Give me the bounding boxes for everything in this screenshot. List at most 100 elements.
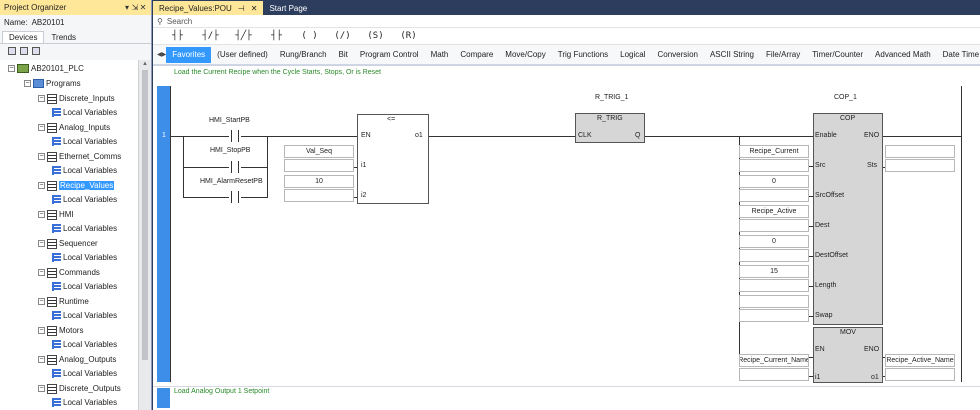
collapse-icon[interactable]: −: [38, 124, 45, 131]
instruction-symbol-button[interactable]: ┤╱├: [227, 31, 260, 41]
collapse-icon[interactable]: −: [38, 298, 45, 305]
rung-1-bar[interactable]: [157, 86, 170, 382]
tree-item-program[interactable]: − Motors: [38, 324, 83, 337]
close-icon[interactable]: ✕: [251, 4, 258, 13]
tree-item-program[interactable]: − Runtime: [38, 295, 89, 308]
collapse-icon[interactable]: −: [38, 95, 45, 102]
tree-item-program[interactable]: − Ethernet_Comms: [38, 150, 121, 163]
tree-item-program[interactable]: − Commands: [38, 266, 100, 279]
collapse-icon[interactable]: −: [38, 153, 45, 160]
category-tab[interactable]: ASCII String: [704, 47, 760, 63]
rung-comment[interactable]: Load the Current Recipe when the Cycle S…: [174, 69, 381, 76]
tab-recipe-values-pou[interactable]: Recipe_Values:POU ⊣ ✕: [153, 1, 264, 15]
rung-2-bar[interactable]: [157, 388, 170, 408]
category-tab[interactable]: Favorites: [166, 46, 212, 63]
collapse-icon[interactable]: −: [8, 65, 15, 72]
mov-o1-value[interactable]: Recipe_Active_Name: [885, 354, 955, 367]
collapse-icon[interactable]: −: [38, 327, 45, 334]
tab-devices[interactable]: Devices: [2, 31, 45, 43]
mov-i1-value[interactable]: Recipe_Current_Name: [739, 354, 809, 367]
tree-item-program[interactable]: − HMI: [38, 208, 74, 221]
cop-sts-value-box[interactable]: [885, 159, 955, 172]
instruction-symbol-button[interactable]: ┤/├: [194, 31, 227, 41]
collapse-icon[interactable]: −: [38, 211, 45, 218]
cop-pin-value[interactable]: [739, 295, 809, 308]
category-tab[interactable]: Program Control: [354, 47, 425, 63]
category-tab[interactable]: Rung/Branch: [274, 47, 333, 63]
tab-trends[interactable]: Trends: [44, 31, 83, 43]
category-tab[interactable]: Date Time: [937, 47, 980, 63]
pin-icon[interactable]: ⇲: [131, 3, 139, 12]
cop-pin-value-box[interactable]: [739, 309, 809, 322]
search-input[interactable]: Search: [167, 17, 192, 26]
tree-item-plc[interactable]: − AB20101_PLC: [8, 62, 84, 75]
contact-hmi-alarmresetpb[interactable]: [231, 191, 239, 203]
tree-item-programs[interactable]: − Programs: [24, 77, 81, 90]
tree-scrollbar[interactable]: ▲: [138, 60, 151, 410]
category-tab[interactable]: Advanced Math: [869, 47, 937, 63]
collapse-icon[interactable]: −: [38, 240, 45, 247]
mov-i1-value-box[interactable]: [739, 368, 809, 381]
ladder-diagram[interactable]: 1 Load the Current Recipe when the Cycle…: [153, 65, 980, 410]
tree-item-local-variables[interactable]: Local Variables: [52, 135, 117, 148]
collapse-icon[interactable]: −: [24, 80, 31, 87]
instruction-search[interactable]: ⚲ Search: [153, 15, 980, 28]
tree-item-local-variables[interactable]: Local Variables: [52, 396, 117, 409]
tree-item-local-variables[interactable]: Local Variables: [52, 338, 117, 351]
category-tab[interactable]: Move/Copy: [499, 47, 551, 63]
instruction-symbol-button[interactable]: ┤├: [260, 31, 293, 41]
cop-pin-value-box[interactable]: [739, 189, 809, 202]
tree-view-icon[interactable]: [32, 47, 40, 55]
category-tab[interactable]: Trig Functions: [552, 47, 614, 63]
cop-pin-value-box[interactable]: [739, 249, 809, 262]
tree-item-local-variables[interactable]: Local Variables: [52, 222, 117, 235]
instruction-symbol-button[interactable]: ┤├: [161, 31, 194, 41]
cop-pin-value-box[interactable]: [739, 159, 809, 172]
category-tab[interactable]: (User defined): [211, 47, 274, 63]
dropdown-icon[interactable]: ▾: [123, 3, 131, 12]
tree-item-local-variables[interactable]: Local Variables: [52, 193, 117, 206]
tree-item-program[interactable]: − Recipe_Values: [38, 179, 115, 192]
collapse-icon[interactable]: −: [38, 385, 45, 392]
tree-item-program[interactable]: − Analog_Outputs: [38, 353, 116, 366]
compare-le-block[interactable]: [357, 114, 429, 204]
mov-o1-value-box[interactable]: [885, 368, 955, 381]
category-tab[interactable]: Compare: [454, 47, 499, 63]
instruction-symbol-button[interactable]: ( ): [293, 31, 326, 41]
tree-item-local-variables[interactable]: Local Variables: [52, 280, 117, 293]
category-tab[interactable]: Timer/Counter: [806, 47, 869, 63]
cop-sts-value[interactable]: [885, 145, 955, 158]
add-device-icon[interactable]: [8, 47, 16, 55]
category-tab[interactable]: Bit: [333, 47, 354, 63]
cop-pin-value[interactable]: 15: [739, 265, 809, 278]
category-tab[interactable]: File/Array: [760, 47, 806, 63]
cop-pin-value-box[interactable]: [739, 279, 809, 292]
tree-item-local-variables[interactable]: Local Variables: [52, 309, 117, 322]
tree-item-program[interactable]: − Sequencer: [38, 237, 98, 250]
collapse-icon[interactable]: −: [38, 182, 45, 189]
tree-item-program[interactable]: − Analog_Inputs: [38, 121, 110, 134]
tree-item-local-variables[interactable]: Local Variables: [52, 367, 117, 380]
collapse-icon[interactable]: −: [38, 356, 45, 363]
tab-start-page[interactable]: Start Page: [263, 1, 313, 15]
tree-item-program[interactable]: − Discrete_Inputs: [38, 92, 115, 105]
instruction-symbol-button[interactable]: (S): [359, 31, 392, 41]
collapse-icon[interactable]: −: [38, 269, 45, 276]
le-i1-value-box[interactable]: [284, 159, 354, 172]
tree-item-local-variables[interactable]: Local Variables: [52, 164, 117, 177]
scroll-up-icon[interactable]: ▲: [142, 61, 148, 67]
contact-hmi-stoppb[interactable]: [231, 161, 239, 173]
tree-item-program[interactable]: − Discrete_Outputs: [38, 382, 121, 395]
cop-pin-value-box[interactable]: [739, 219, 809, 232]
category-tab[interactable]: Conversion: [652, 47, 704, 63]
instruction-symbol-button[interactable]: (R): [392, 31, 425, 41]
rung-comment[interactable]: Load Analog Output 1 Setpoint: [174, 388, 269, 395]
close-icon[interactable]: ✕: [139, 3, 147, 12]
cop-pin-value[interactable]: Recipe_Active: [739, 205, 809, 218]
category-tab[interactable]: Math: [425, 47, 455, 63]
le-i1-value[interactable]: Val_Seq: [284, 145, 354, 158]
le-i2-value[interactable]: 10: [284, 175, 354, 188]
le-i2-value-box[interactable]: [284, 189, 354, 202]
category-tab[interactable]: Logical: [614, 47, 651, 63]
instruction-symbol-button[interactable]: (/): [326, 31, 359, 41]
